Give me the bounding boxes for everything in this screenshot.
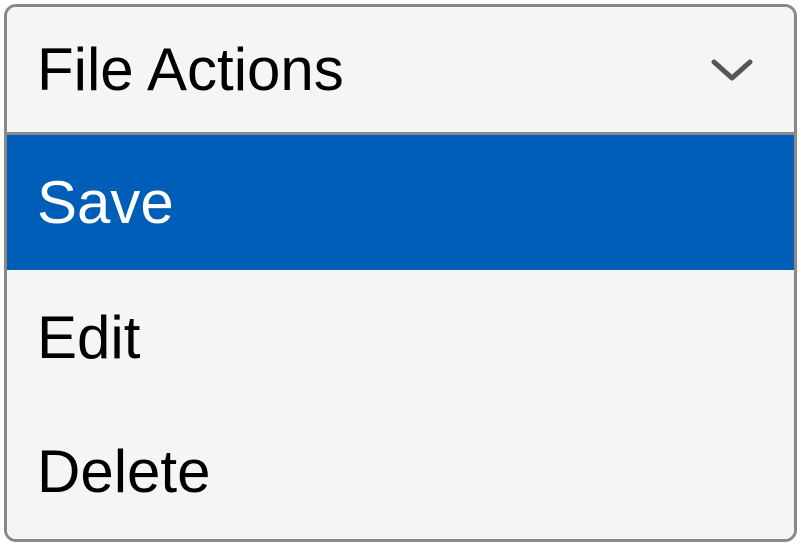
dropdown-item-label: Save (37, 168, 174, 237)
chevron-down-icon (710, 56, 754, 84)
dropdown-item-label: Delete (37, 437, 210, 506)
dropdown-item-label: Edit (37, 303, 140, 372)
dropdown-item-save[interactable]: Save (7, 135, 794, 270)
dropdown-item-edit[interactable]: Edit (7, 270, 794, 405)
dropdown-header[interactable]: File Actions (7, 7, 794, 135)
file-actions-dropdown: File Actions Save Edit Delete (4, 4, 797, 542)
dropdown-list: Save Edit Delete (7, 135, 794, 539)
dropdown-item-delete[interactable]: Delete (7, 404, 794, 539)
dropdown-label: File Actions (37, 35, 344, 104)
